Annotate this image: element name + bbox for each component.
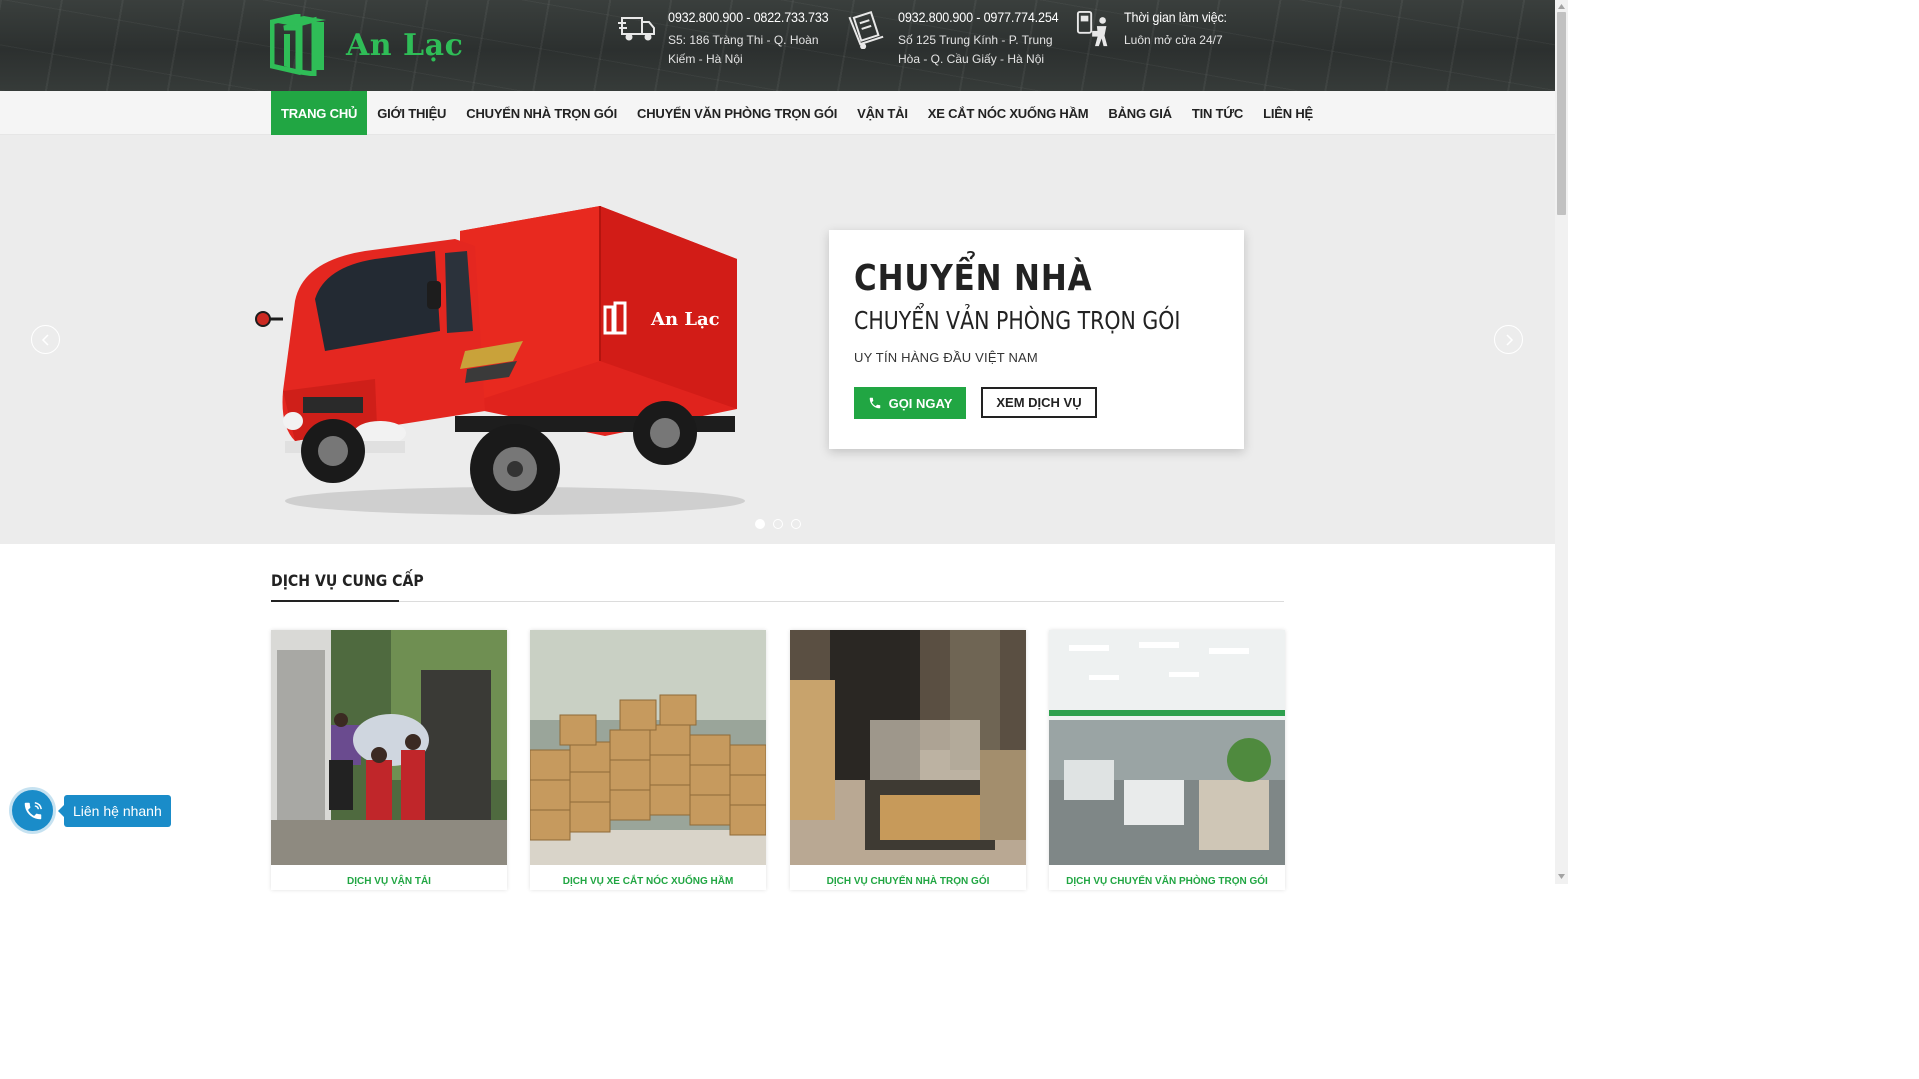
nav-item-pricing[interactable]: BẢNG GIÁ [1098,91,1181,135]
caret-down-icon [1558,873,1565,879]
top-header: An Lạc 0932.800.900 - 0822.733.733 S5: 1… [0,0,1555,91]
chevron-left-icon [41,333,49,346]
service-card-transport[interactable]: DỊCH VỤ VẬN TẢI [271,630,507,890]
contact-address-line: Kiếm - Hà Nội [668,52,743,66]
site-logo[interactable]: An Lạc [270,14,463,76]
nav-item-news[interactable]: TIN TỨC [1182,91,1253,135]
scroll-up-arrow[interactable] [1557,2,1566,10]
service-photo-transport [271,630,507,865]
contact-phones[interactable]: 0932.800.900 - 0977.774.254 [898,9,1059,25]
nav-item-house-moving[interactable]: CHUYỂN NHÀ TRỌN GÓI [456,91,627,135]
hero-caption-card: CHUYỂN NHÀ CHUYỂN VẢN PHÒNG TRỌN GÓI UY … [829,230,1244,449]
caret-up-icon [1558,3,1565,9]
moving-truck-icon [618,17,655,41]
chevron-right-icon [1505,333,1513,346]
hero-slider: An Lạc CHUYỂN NHÀ CHUYỂN VẢN PHÒNG TRỌN … [0,135,1555,544]
call-now-label: GỌI NGAY [888,395,953,411]
nav-item-transport[interactable]: VẬN TẢI [847,91,918,135]
phone-icon [24,801,42,819]
nav-item-contact[interactable]: LIÊN HỆ [1253,91,1323,135]
view-services-button[interactable]: XEM DỊCH VỤ [981,387,1097,418]
nav-item-office-moving[interactable]: CHUYỂN VĂN PHÒNG TRỌN GÓI [627,91,847,135]
service-caption: DỊCH VỤ CHUYỂN NHÀ TRỌN GÓI [826,876,990,887]
services-section-title: DỊCH VỤ CUNG CẤP [271,571,424,590]
service-card-roof-cut[interactable]: DỊCH VỤ XE CẮT NÓC XUỐNG HẦM [530,630,766,890]
main-navbar: TRANG CHỦ GIỚI THIỆU CHUYỂN NHÀ TRỌN GÓI… [0,91,1555,135]
slider-dot[interactable] [755,519,765,529]
red-truck-image: An Lạc [255,206,745,515]
contact-phones[interactable]: 0932.800.900 - 0822.733.733 [668,9,829,25]
slider-dot[interactable] [791,519,801,529]
truck-logo-text: An Lạc [650,309,720,330]
nav-item-home[interactable]: TRANG CHỦ [271,91,368,135]
nav-item-roof-cut-truck[interactable]: XE CẮT NÓC XUỐNG HẦM [918,91,1099,135]
working-hours-title: Thời gian làm việc: [1124,9,1227,25]
service-card-house-moving[interactable]: DỊCH VỤ CHUYỂN NHÀ TRỌN GÓI [790,630,1026,890]
main-nav: TRANG CHỦ GIỚI THIỆU CHUYỂN NHÀ TRỌN GÓI… [271,91,1323,135]
scroll-down-arrow[interactable] [1557,872,1566,880]
service-caption: DỊCH VỤ CHUYỂN VĂN PHÒNG TRỌN GÓI [1066,876,1268,887]
slider-dots [755,519,809,529]
service-photo-roof-cut [530,630,766,865]
contact-block-hours: Thời gian làm việc: Luôn mở cửa 24/7 [1076,9,1238,50]
working-hours-icon [1076,10,1108,47]
contact-block-hoan-kiem: 0932.800.900 - 0822.733.733 S5: 186 Tràn… [618,9,846,69]
service-card-office-moving[interactable]: DỊCH VỤ CHUYỂN VĂN PHÒNG TRỌN GÓI [1049,630,1285,890]
contact-address-line: S5: 186 Tràng Thi - Q. Hoàn [668,33,819,47]
working-hours-note: Luôn mở cửa 24/7 [1124,33,1223,47]
hero-tagline: UY TÍN HÀNG ĐẦU VIỆT NAM [854,350,1038,365]
section-divider-accent [271,600,399,602]
scrollbar-thumb[interactable] [1557,12,1566,215]
slider-next-arrow[interactable] [1494,325,1523,354]
service-caption: DỊCH VỤ VẬN TẢI [347,876,431,887]
service-caption: DỊCH VỤ XE CẮT NÓC XUỐNG HẦM [562,876,734,887]
contact-address-line: Số 125 Trung Kính - P. Trung [898,33,1053,47]
quick-contact-label[interactable]: Liên hệ nhanh [58,795,171,827]
service-photo-office-moving [1049,630,1285,865]
nav-item-about[interactable]: GIỚI THIỆU [367,91,456,135]
service-photo-house-moving [790,630,1026,865]
hand-truck-icon [848,11,884,49]
section-divider [271,601,1284,602]
contact-block-cau-giay: 0932.800.900 - 0977.774.254 Số 125 Trung… [848,9,1076,69]
call-now-button[interactable]: GỌI NGAY [854,387,966,419]
quick-contact-button[interactable] [12,790,53,831]
hero-title: CHUYỂN NHÀ [854,258,1093,299]
slider-prev-arrow[interactable] [31,325,60,354]
contact-address-line: Hòa - Q. Cầu Giấy - Hà Nội [898,52,1045,66]
logo-mark-icon [270,14,326,76]
slider-dot[interactable] [773,519,783,529]
phone-icon [869,397,880,409]
logo-text: An Lạc [346,27,464,63]
hero-subtitle: CHUYỂN VẢN PHÒNG TRỌN GÓI [854,306,1181,335]
